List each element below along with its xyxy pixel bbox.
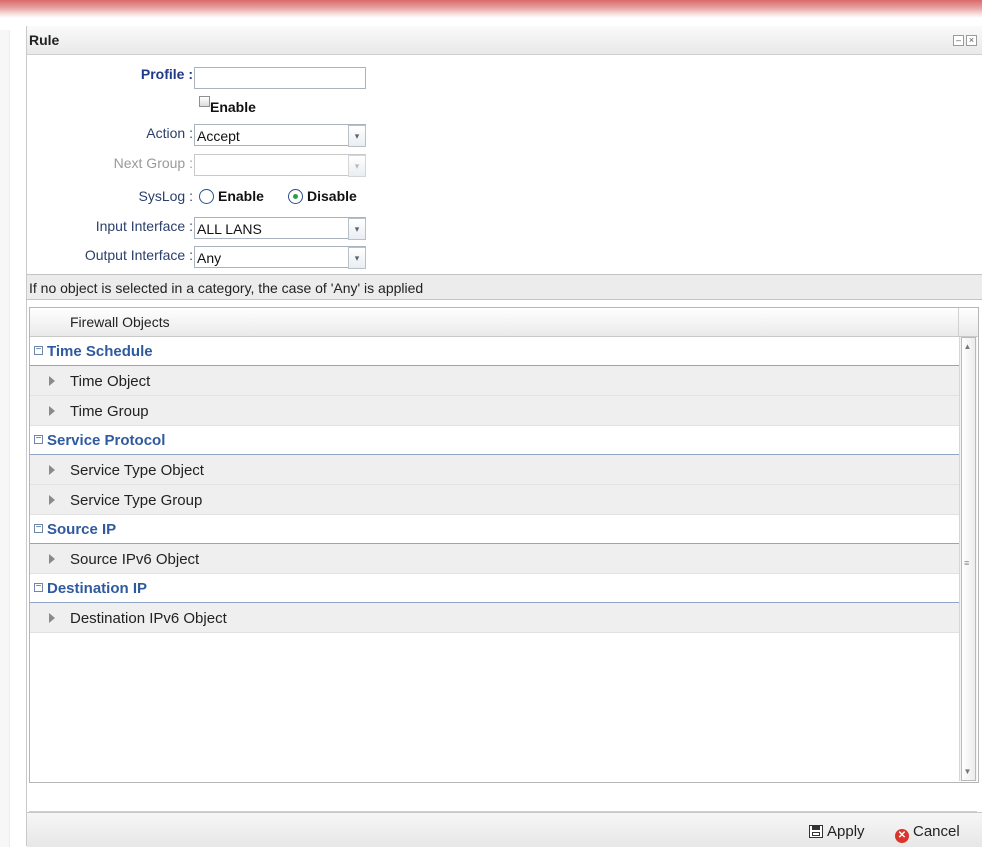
output-interface-value: Any (197, 250, 222, 266)
next-group-select[interactable]: ▾ (194, 154, 366, 177)
collapse-icon[interactable]: − (34, 434, 43, 444)
action-value: Accept (197, 128, 240, 144)
syslog-enable-radio[interactable] (199, 189, 214, 204)
vertical-scrollbar[interactable]: ▲ ≡ ▼ (959, 337, 977, 781)
collapse-icon[interactable]: − (34, 345, 43, 355)
chevron-down-icon[interactable]: ▾ (348, 125, 366, 147)
expand-arrow-icon[interactable] (49, 495, 55, 505)
grid-rows: − Time Schedule Time Object Time Group −… (30, 337, 959, 633)
dialog-footer: Apply ✕ Cancel (27, 812, 982, 847)
list-item[interactable]: Source IPv6 Object (30, 544, 959, 574)
group-label: Time Schedule (47, 343, 153, 360)
item-label: Destination IPv6 Object (70, 610, 227, 627)
list-item[interactable]: Time Group (30, 396, 959, 426)
scroll-down-icon[interactable]: ▼ (963, 767, 972, 776)
dialog-titlebar: Rule – × (27, 26, 982, 55)
grid-bottom-bar (29, 783, 977, 812)
input-interface-label: Input Interface : (95, 218, 193, 234)
scroll-grip-icon: ≡ (964, 558, 970, 568)
group-row-source-ip[interactable]: − Source IP (30, 515, 959, 544)
grid-header: Firewall Objects (30, 308, 978, 337)
apply-button[interactable]: Apply (809, 823, 865, 840)
list-item[interactable]: Service Type Group (30, 485, 959, 515)
action-select[interactable]: Accept ▾ (194, 124, 366, 147)
item-label: Source IPv6 Object (70, 551, 200, 568)
action-label: Action : (146, 125, 193, 141)
output-interface-label: Output Interface : (84, 247, 193, 263)
item-label: Service Type Group (70, 492, 203, 509)
item-label: Time Object (70, 373, 151, 390)
save-icon (809, 825, 823, 838)
radio-selected-dot (293, 194, 298, 199)
group-row-service-protocol[interactable]: − Service Protocol (30, 426, 959, 455)
scroll-up-icon[interactable]: ▲ (963, 342, 972, 351)
cancel-button[interactable]: ✕ Cancel (895, 823, 960, 843)
profile-label: Profile : (140, 66, 193, 82)
apply-label: Apply (827, 823, 865, 840)
enable-label: Enable (210, 99, 256, 115)
input-interface-select[interactable]: ALL LANS ▾ (194, 217, 366, 240)
list-item[interactable]: Time Object (30, 366, 959, 396)
firewall-objects-grid: Firewall Objects − Time Schedule Time Ob… (29, 307, 979, 783)
minimize-icon[interactable]: – (953, 35, 964, 46)
chevron-down-icon[interactable]: ▾ (348, 218, 366, 240)
next-group-label: Next Group : (113, 155, 193, 171)
expand-arrow-icon[interactable] (49, 613, 55, 623)
syslog-label: SysLog : (138, 188, 193, 204)
cancel-label: Cancel (913, 823, 960, 840)
close-icon[interactable]: × (966, 35, 977, 46)
list-item[interactable]: Service Type Object (30, 455, 959, 485)
expand-arrow-icon[interactable] (49, 406, 55, 416)
top-highlight-band (0, 0, 982, 18)
collapse-icon[interactable]: − (34, 523, 43, 533)
profile-input[interactable] (194, 67, 366, 89)
syslog-disable-label: Disable (307, 188, 357, 204)
rule-dialog: Rule – × Profile : Enable Action : Accep… (26, 26, 982, 847)
group-label: Destination IP (47, 580, 148, 597)
cancel-icon: ✕ (895, 829, 909, 843)
chevron-down-icon[interactable]: ▾ (348, 247, 366, 269)
column-separator (958, 308, 959, 336)
enable-checkbox[interactable] (199, 96, 210, 107)
item-label: Service Type Object (70, 462, 204, 479)
group-label: Source IP (47, 521, 117, 538)
item-label: Time Group (70, 403, 149, 420)
info-message: If no object is selected in a category, … (27, 274, 982, 300)
input-interface-value: ALL LANS (197, 221, 262, 237)
chevron-down-icon[interactable]: ▾ (348, 155, 366, 177)
expand-arrow-icon[interactable] (49, 376, 55, 386)
expand-arrow-icon[interactable] (49, 554, 55, 564)
output-interface-select[interactable]: Any ▾ (194, 246, 366, 269)
firewall-objects-column-header: Firewall Objects (70, 314, 170, 330)
expand-arrow-icon[interactable] (49, 465, 55, 475)
syslog-enable-label: Enable (218, 188, 264, 204)
group-label: Service Protocol (47, 432, 166, 449)
collapse-icon[interactable]: − (34, 582, 43, 592)
group-row-destination-ip[interactable]: − Destination IP (30, 574, 959, 603)
list-item[interactable]: Destination IPv6 Object (30, 603, 959, 633)
syslog-disable-radio[interactable] (288, 189, 303, 204)
background-panel-edge (0, 30, 10, 847)
dialog-title: Rule (29, 32, 60, 48)
group-row-time-schedule[interactable]: − Time Schedule (30, 337, 959, 366)
